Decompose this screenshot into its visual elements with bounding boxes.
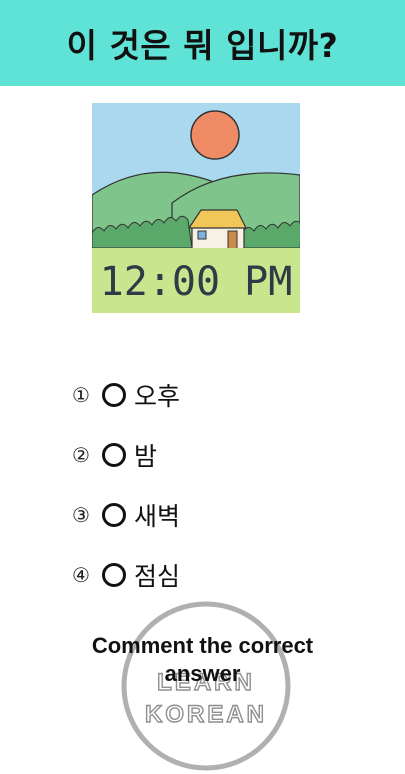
call-to-action: Comment the correct answer xyxy=(0,632,405,688)
header-banner: 이 것은 뭐 입니까? xyxy=(0,0,405,86)
option-number: ③ xyxy=(72,503,90,527)
option-1[interactable]: ① 오후 xyxy=(72,365,372,425)
option-label: 오후 xyxy=(134,382,181,411)
clock-readout: 12:00 PM xyxy=(100,259,293,305)
cta-line1: Comment the correct xyxy=(91,633,314,658)
answer-options: ① 오후 ② 밤 ③ 새벽 ④ 점심 xyxy=(72,365,372,605)
sun-icon xyxy=(190,110,240,160)
option-number: ④ xyxy=(72,563,90,587)
cta-line2: answer xyxy=(164,661,241,686)
house-icon xyxy=(187,209,247,252)
option-number: ① xyxy=(72,383,90,407)
option-label: 밤 xyxy=(134,442,158,471)
option-3[interactable]: ③ 새벽 xyxy=(72,485,372,545)
option-4[interactable]: ④ 점심 xyxy=(72,545,372,605)
option-circle-icon[interactable] xyxy=(102,443,126,467)
logo-line2: KOREAN xyxy=(145,701,267,728)
time-illustration: 12:00 PM xyxy=(92,103,300,313)
question-title: 이 것은 뭐 입니까? xyxy=(66,26,339,65)
option-number: ② xyxy=(72,443,90,467)
option-label: 새벽 xyxy=(134,502,181,531)
option-2[interactable]: ② 밤 xyxy=(72,425,372,485)
option-circle-icon[interactable] xyxy=(102,383,126,407)
option-label: 점심 xyxy=(134,562,181,591)
option-circle-icon[interactable] xyxy=(102,503,126,527)
option-circle-icon[interactable] xyxy=(102,563,126,587)
